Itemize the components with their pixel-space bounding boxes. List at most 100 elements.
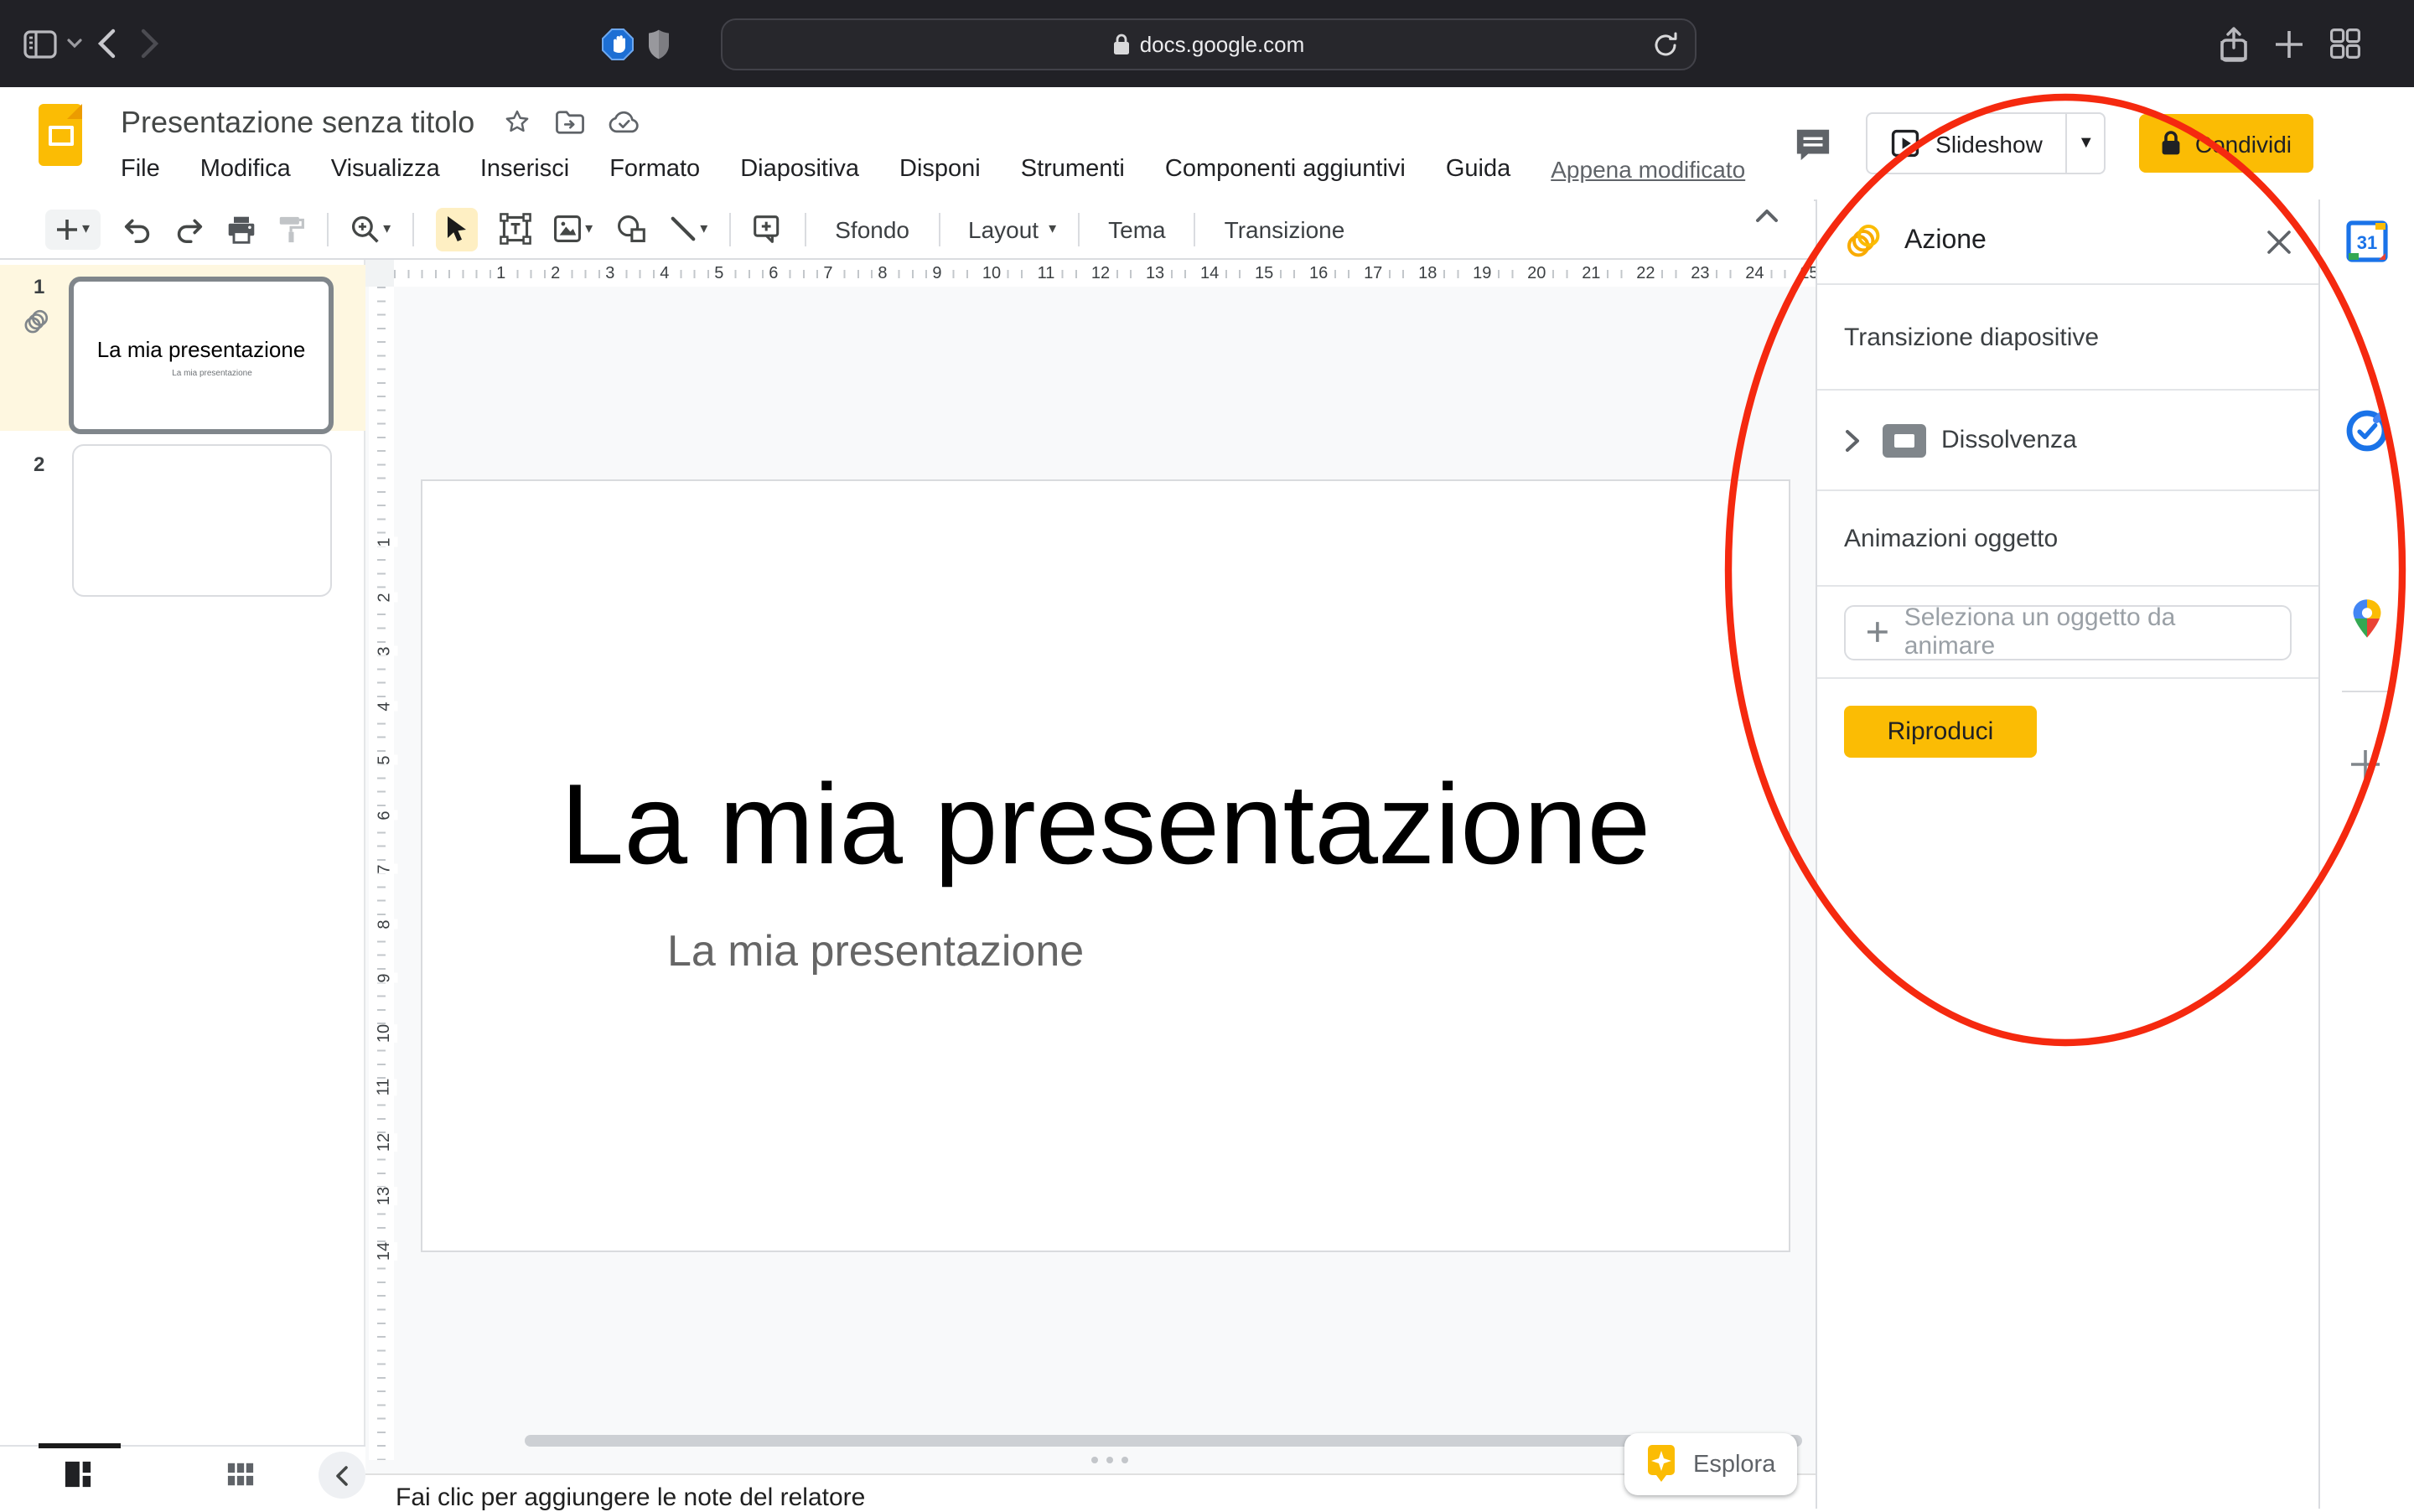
vertical-ruler: 1234567891011121314 — [369, 287, 394, 1460]
notes-resize-handle[interactable] — [1091, 1457, 1128, 1463]
expand-effect-icon[interactable] — [1837, 425, 1867, 455]
new-slide-button[interactable]: ▾ — [45, 209, 100, 249]
select-tool[interactable] — [436, 207, 478, 251]
explore-button[interactable]: Esplora — [1624, 1433, 1797, 1495]
close-panel-icon[interactable] — [2266, 229, 2292, 254]
slide-number: 1 — [34, 275, 44, 298]
reload-icon[interactable] — [1653, 32, 1678, 59]
effect-name: Dissolvenza — [1941, 426, 2077, 454]
slideshow-dropdown[interactable]: ▼ — [2068, 134, 2105, 153]
share-page-icon[interactable] — [2213, 0, 2253, 87]
document-title[interactable]: Presentazione senza titolo — [121, 106, 474, 141]
tasks-icon[interactable] — [2345, 409, 2389, 453]
rail-divider — [2342, 691, 2389, 692]
menu-item[interactable]: File — [121, 156, 160, 183]
star-icon[interactable] — [503, 107, 531, 136]
thumb-title: La mia presentazione — [74, 337, 329, 362]
address-bar[interactable]: docs.google.com — [721, 18, 1697, 70]
theme-button[interactable]: Tema — [1101, 215, 1172, 242]
add-comment-tool[interactable] — [753, 214, 783, 244]
collapse-toolbar-icon[interactable] — [1755, 208, 1779, 223]
share-label: Condividi — [2195, 130, 2292, 157]
tab-overview-icon[interactable] — [2325, 0, 2365, 87]
app-header: Presentazione senza titolo File Modifica V… — [0, 87, 2414, 201]
horizontal-ruler: 1234567891011121314151617181920212223242… — [394, 260, 1816, 287]
object-animations-section: Animazioni oggetto — [1817, 491, 2318, 587]
transition-effect-row[interactable]: Dissolvenza — [1817, 391, 2318, 491]
last-edited-link[interactable]: Appena modificato — [1551, 156, 1745, 183]
motion-panel: Azione Transizione diapositive Dissolven… — [1816, 199, 2318, 1509]
canvas-area: 1234567891011121314151617181920212223242… — [365, 260, 1816, 1509]
new-tab-icon[interactable] — [2268, 0, 2308, 87]
thumb-subtitle: La mia presentazione — [107, 369, 317, 379]
layout-button[interactable]: Layout▾ — [961, 215, 1056, 242]
menu-item[interactable]: Strumenti — [1021, 156, 1125, 183]
filmstrip-pane: 1 La mia presentazione La mia presentazi… — [0, 260, 365, 1509]
slide-subtitle-text[interactable]: La mia presentazione — [667, 925, 1084, 977]
content-blocker-extension-icon[interactable] — [600, 0, 634, 87]
transition-applied-icon — [23, 308, 50, 335]
lock-icon — [1113, 34, 1130, 55]
slideshow-button[interactable]: Slideshow ▼ — [1865, 112, 2106, 174]
move-to-folder-icon[interactable] — [555, 108, 585, 135]
slide-transition-section[interactable]: Transizione diapositive — [1817, 285, 2318, 391]
comments-icon[interactable] — [1793, 125, 1831, 162]
zoom-tool[interactable]: ▾ — [350, 214, 391, 244]
background-button[interactable]: Sfondo — [828, 215, 916, 242]
menu-item[interactable]: Disponi — [899, 156, 981, 183]
text-box-tool[interactable] — [500, 213, 531, 245]
menu-item[interactable]: Visualizza — [331, 156, 440, 183]
speaker-notes-area[interactable]: Fai clic per aggiungere le note del rela… — [365, 1473, 1816, 1510]
print-icon[interactable] — [225, 214, 256, 244]
select-object-button[interactable]: Seleziona un oggetto da animare — [1844, 604, 2292, 660]
calendar-icon[interactable]: 31 — [2345, 220, 2389, 263]
filmstrip-view-icon[interactable] — [64, 1460, 92, 1489]
menu-item[interactable]: Guida — [1446, 156, 1510, 183]
slide-1-row[interactable]: 1 La mia presentazione La mia presentazi… — [0, 265, 365, 431]
transition-button[interactable]: Transizione — [1218, 215, 1352, 242]
grid-view-icon[interactable] — [226, 1460, 255, 1489]
panel-title: Azione — [1904, 226, 2246, 256]
slide-2-thumbnail[interactable] — [72, 444, 332, 597]
privacy-shield-extension-icon[interactable] — [644, 0, 674, 87]
explore-icon — [1645, 1444, 1678, 1484]
side-apps-rail: 31 — [2318, 199, 2414, 1509]
slideshow-label: Slideshow — [1935, 130, 2043, 157]
menu-item[interactable]: Componenti aggiuntivi — [1165, 156, 1406, 183]
slide-effect-icon — [1883, 423, 1926, 457]
menu-bar: File Modifica Visualizza Inserisci Formato Di… — [121, 156, 1745, 183]
svg-text:31: 31 — [2357, 232, 2377, 253]
menu-item[interactable]: Formato — [609, 156, 700, 183]
slide-1-thumbnail[interactable]: La mia presentazione La mia presentazion… — [69, 277, 334, 434]
view-switcher-bar — [0, 1445, 365, 1509]
maps-icon[interactable] — [2345, 597, 2389, 640]
present-icon — [1890, 129, 1919, 158]
speaker-notes-placeholder: Fai clic per aggiungere le note del rela… — [396, 1484, 865, 1512]
ruler-corner — [365, 260, 394, 287]
horizontal-scrollbar[interactable] — [525, 1435, 1802, 1447]
menu-item[interactable]: Modifica — [200, 156, 291, 183]
slide-canvas[interactable]: La mia presentazione La mia presentazion… — [421, 479, 1790, 1252]
cloud-saved-icon[interactable] — [609, 109, 640, 134]
redo-icon[interactable] — [174, 215, 204, 242]
insert-shape-tool[interactable] — [614, 215, 646, 243]
slide-title-text[interactable]: La mia presentazione — [422, 759, 1789, 890]
sidebar-toggle-icon[interactable] — [20, 0, 60, 87]
back-icon[interactable] — [87, 0, 124, 87]
menu-item[interactable]: Diapositiva — [740, 156, 859, 183]
browser-toolbar: docs.google.com — [0, 0, 2414, 89]
add-addon-icon[interactable] — [2349, 748, 2382, 781]
lock-icon — [2162, 131, 2182, 156]
google-slides-logo — [39, 104, 82, 166]
play-button[interactable]: Riproduci — [1844, 706, 2037, 758]
insert-image-tool[interactable]: ▾ — [553, 215, 593, 243]
insert-line-tool[interactable]: ▾ — [668, 215, 707, 243]
sidebar-chevron-down-icon[interactable] — [60, 0, 87, 87]
paint-format-icon[interactable] — [277, 214, 304, 244]
forward-icon[interactable] — [131, 0, 168, 87]
share-button[interactable]: Condividi — [2140, 114, 2313, 173]
menu-item[interactable]: Inserisci — [480, 156, 569, 183]
undo-icon[interactable] — [122, 215, 152, 242]
collapse-filmstrip-icon[interactable] — [319, 1452, 365, 1499]
slide-number: 2 — [34, 453, 44, 476]
